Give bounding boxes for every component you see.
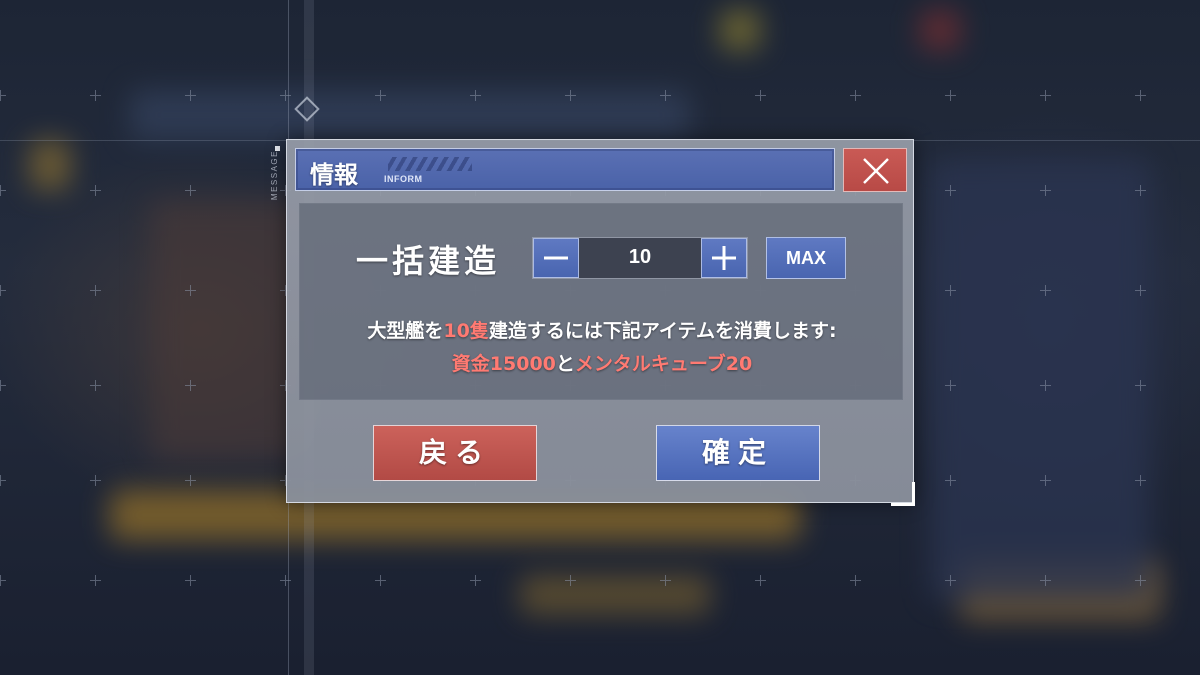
message-suffix: 建造するには下記アイテムを消費します: — [488, 320, 837, 342]
grid-cross — [185, 90, 196, 101]
dialog-corner-bracket — [891, 482, 915, 506]
grid-cross — [1040, 285, 1051, 296]
grid-cross — [0, 475, 6, 486]
increase-button[interactable] — [701, 238, 747, 278]
message-side-label: MESSAGE — [270, 150, 279, 201]
grid-cross — [375, 575, 386, 586]
decrease-button[interactable] — [533, 238, 579, 278]
grid-cross — [185, 285, 196, 296]
grid-cross — [945, 285, 956, 296]
grid-cross — [1135, 285, 1146, 296]
grid-cross — [660, 575, 671, 586]
cost-message-line1: 大型艦を10隻建造するには下記アイテムを消費します: — [300, 316, 904, 343]
content-panel: 一括建造 10 MAX 大型艦を10隻建造するには下記アイテムを消費します: 資… — [299, 203, 903, 400]
ship-count: 10隻 — [443, 320, 489, 342]
max-button[interactable]: MAX — [766, 237, 846, 279]
back-button[interactable]: 戻る — [373, 425, 537, 481]
minus-icon — [544, 256, 568, 260]
grid-cross — [755, 575, 766, 586]
grid-cross — [1135, 380, 1146, 391]
grid-cross — [1135, 575, 1146, 586]
grid-cross — [945, 475, 956, 486]
grid-cross — [185, 475, 196, 486]
grid-cross — [945, 90, 956, 101]
funds-cost: 資金15000 — [451, 353, 556, 375]
grid-cross — [1040, 475, 1051, 486]
grid-cross — [280, 575, 291, 586]
grid-cross — [1135, 185, 1146, 196]
grid-cross — [470, 575, 481, 586]
grid-cross — [660, 90, 671, 101]
grid-cross — [0, 185, 6, 196]
grid-cross — [375, 90, 386, 101]
close-button[interactable] — [843, 148, 907, 192]
grid-cross — [90, 285, 101, 296]
confirm-button[interactable]: 確定 — [656, 425, 820, 481]
grid-cross — [0, 380, 6, 391]
grid-cross — [0, 90, 6, 101]
grid-cross — [1040, 380, 1051, 391]
grid-cross — [565, 90, 576, 101]
cube-cost: メンタルキューブ20 — [574, 353, 753, 375]
message-connector: と — [555, 353, 575, 375]
grid-cross — [185, 380, 196, 391]
message-prefix: 大型艦を — [367, 320, 444, 342]
batch-build-label: 一括建造 — [356, 242, 501, 280]
grid-cross — [945, 185, 956, 196]
batch-build-dialog: 情報 INFORM 一括建造 10 MAX 大型艦を10隻建造するには下記アイテ… — [286, 139, 914, 503]
grid-cross — [280, 90, 291, 101]
grid-cross — [1040, 185, 1051, 196]
quantity-stepper: 10 — [532, 237, 748, 279]
grid-cross — [90, 380, 101, 391]
grid-cross — [755, 90, 766, 101]
title-stripes — [388, 157, 472, 171]
grid-cross — [850, 90, 861, 101]
close-icon — [863, 158, 889, 184]
grid-cross — [1135, 475, 1146, 486]
grid-cross — [850, 575, 861, 586]
grid-cross — [945, 575, 956, 586]
grid-cross — [0, 285, 6, 296]
dialog-title-bar: 情報 INFORM — [295, 148, 835, 191]
grid-cross — [90, 185, 101, 196]
grid-cross — [185, 185, 196, 196]
grid-cross — [1040, 575, 1051, 586]
grid-cross — [0, 575, 6, 586]
grid-cross — [565, 575, 576, 586]
dialog-title: 情報 — [310, 160, 358, 189]
dialog-subtitle: INFORM — [384, 174, 423, 184]
grid-cross — [945, 380, 956, 391]
plus-icon — [712, 246, 736, 270]
grid-cross — [90, 90, 101, 101]
grid-cross — [470, 90, 481, 101]
grid-cross — [1040, 90, 1051, 101]
grid-cross — [90, 475, 101, 486]
grid-cross — [90, 575, 101, 586]
grid-cross — [185, 575, 196, 586]
cost-message-line2: 資金15000とメンタルキューブ20 — [300, 349, 904, 376]
grid-cross — [1135, 90, 1146, 101]
quantity-value: 10 — [628, 246, 652, 268]
